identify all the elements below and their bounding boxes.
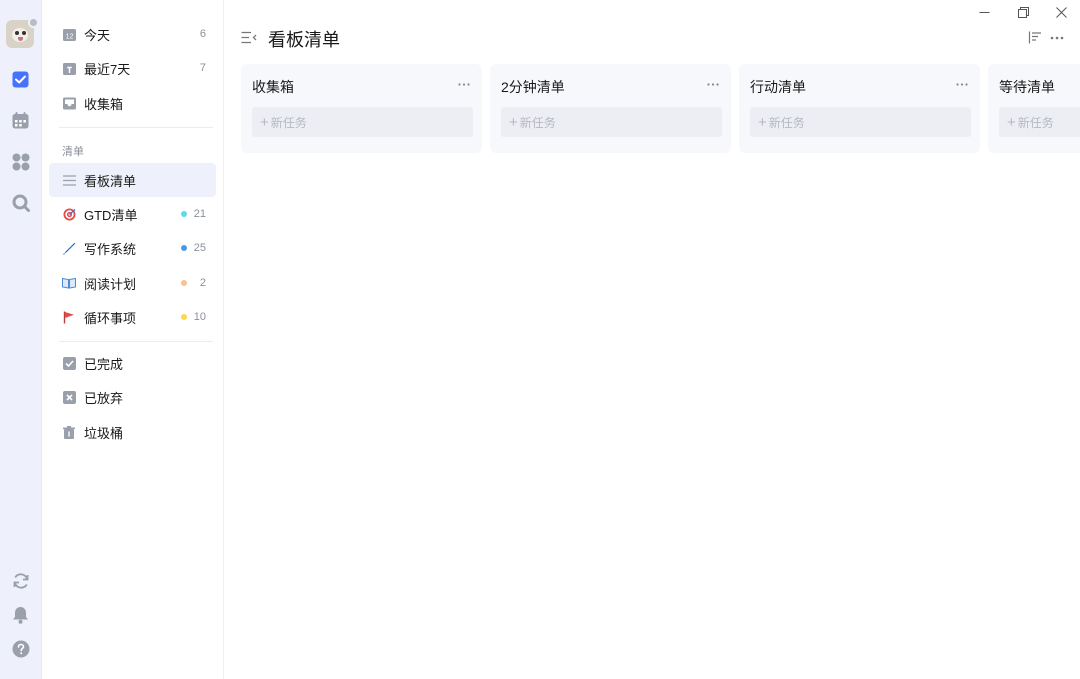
column-title: 2分钟清单 [501,79,565,95]
calendar-icon[interactable] [11,111,30,130]
sidebar-item-gtd-list[interactable]: GTD清单 21 [49,197,216,231]
restore-icon[interactable] [1012,4,1034,20]
calendar-week-icon [62,61,76,75]
sidebar-item-count: 6 [199,28,206,40]
lists-section-title: 清单 [62,146,84,158]
add-task-placeholder: 新任务 [1017,115,1054,130]
sidebar-item-label: 最近7天 [84,61,131,77]
column-more-icon[interactable] [457,78,471,90]
sidebar-item-label: GTD清单 [84,207,138,223]
list-color-dot [181,211,187,217]
column-more-icon[interactable] [706,78,720,90]
plus-icon: + [758,113,767,131]
sidebar-divider [59,341,213,342]
main-panel: 看板清单 收集箱 + 新任务 2分钟清单 + 新任务 行动清单 + 新任务 等待清单 … [224,0,1080,679]
pen-icon [62,241,76,255]
kanban-column: 2分钟清单 + 新任务 [490,64,731,153]
sidebar-item-trash[interactable]: 垃圾桶 [49,415,216,449]
sidebar-item-today[interactable]: 12 今天 6 [49,17,216,51]
sidebar-item-next-7-days[interactable]: 最近7天 7 [49,51,216,85]
search-icon[interactable] [11,193,30,212]
avatar-eye [22,31,26,35]
kanban-column: 等待清单 + 新任务 [988,64,1080,153]
plus-icon: + [509,113,518,131]
help-icon[interactable] [11,639,30,658]
apps-grid-icon[interactable] [11,152,30,171]
sidebar-item-label: 阅读计划 [84,276,137,292]
sidebar-item-label: 写作系统 [84,241,137,257]
avatar-eye [15,31,19,35]
list-color-dot [181,245,187,251]
sidebar-item-writing-system[interactable]: 写作系统 25 [49,231,216,265]
sidebar-item-count: 10 [193,311,206,323]
sidebar-item-inbox[interactable]: 收集箱 [49,86,216,120]
flag-icon [62,310,76,324]
sidebar-item-abandoned[interactable]: 已放弃 [49,380,216,414]
sidebar-item-reading-plan[interactable]: 阅读计划 2 [49,266,216,300]
sync-icon[interactable] [11,571,30,590]
plus-icon: + [1007,113,1016,131]
target-icon [62,207,76,221]
sidebar-item-completed[interactable]: 已完成 [49,346,216,380]
book-icon [62,276,76,290]
abandoned-icon [62,390,76,404]
plus-icon: + [260,113,269,131]
sidebar-item-label: 看板清单 [84,173,137,189]
add-task-placeholder: 新任务 [768,115,805,130]
sidebar: 12 今天 6 最近7天 7 收集箱 清单 看板清单 GTD清单 21 写作系统… [42,0,224,679]
premium-badge-icon [28,17,39,28]
list-color-dot [181,314,187,320]
more-options-icon[interactable] [1050,31,1064,44]
task-checkbox-icon[interactable] [11,70,30,89]
add-task-input[interactable]: + 新任务 [501,107,722,137]
kanban-column: 行动清单 + 新任务 [739,64,980,153]
sidebar-toggle-icon[interactable] [241,26,257,48]
menu-list-icon [62,173,76,187]
add-task-placeholder: 新任务 [519,115,556,130]
calendar-today-icon: 12 [62,27,76,41]
sidebar-item-count: 2 [199,277,206,289]
page-title: 看板清单 [268,30,340,50]
minimize-icon[interactable] [973,4,995,20]
close-icon[interactable] [1050,4,1072,20]
inbox-icon [62,96,76,110]
sort-icon[interactable] [1028,31,1042,44]
sidebar-item-count: 25 [193,242,206,254]
sidebar-item-count: 7 [199,62,206,74]
calendar-date-text: 12 [65,33,73,40]
add-task-input[interactable]: + 新任务 [252,107,473,137]
sidebar-item-label: 垃圾桶 [84,425,124,441]
icon-rail [0,0,42,679]
bell-icon[interactable] [11,605,30,624]
sidebar-item-label: 今天 [84,27,111,43]
column-more-icon[interactable] [955,78,969,90]
sidebar-item-label: 循环事项 [84,310,137,326]
sidebar-item-label: 已完成 [84,356,124,372]
add-task-input[interactable]: + 新任务 [750,107,971,137]
sidebar-item-count: 21 [193,208,206,220]
sidebar-item-recurring-tasks[interactable]: 循环事项 10 [49,300,216,334]
sidebar-item-label: 已放弃 [84,390,124,406]
add-task-input[interactable]: + 新任务 [999,107,1080,137]
column-title: 收集箱 [252,79,294,95]
trash-icon [62,425,76,439]
column-title: 等待清单 [999,79,1055,95]
list-color-dot [181,280,187,286]
sidebar-item-kanban-list[interactable]: 看板清单 [49,163,216,197]
column-title: 行动清单 [750,79,806,95]
add-task-placeholder: 新任务 [270,115,307,130]
sidebar-divider [59,127,213,128]
sidebar-item-label: 收集箱 [84,96,124,112]
kanban-column: 收集箱 + 新任务 [241,64,482,153]
completed-icon [62,356,76,370]
